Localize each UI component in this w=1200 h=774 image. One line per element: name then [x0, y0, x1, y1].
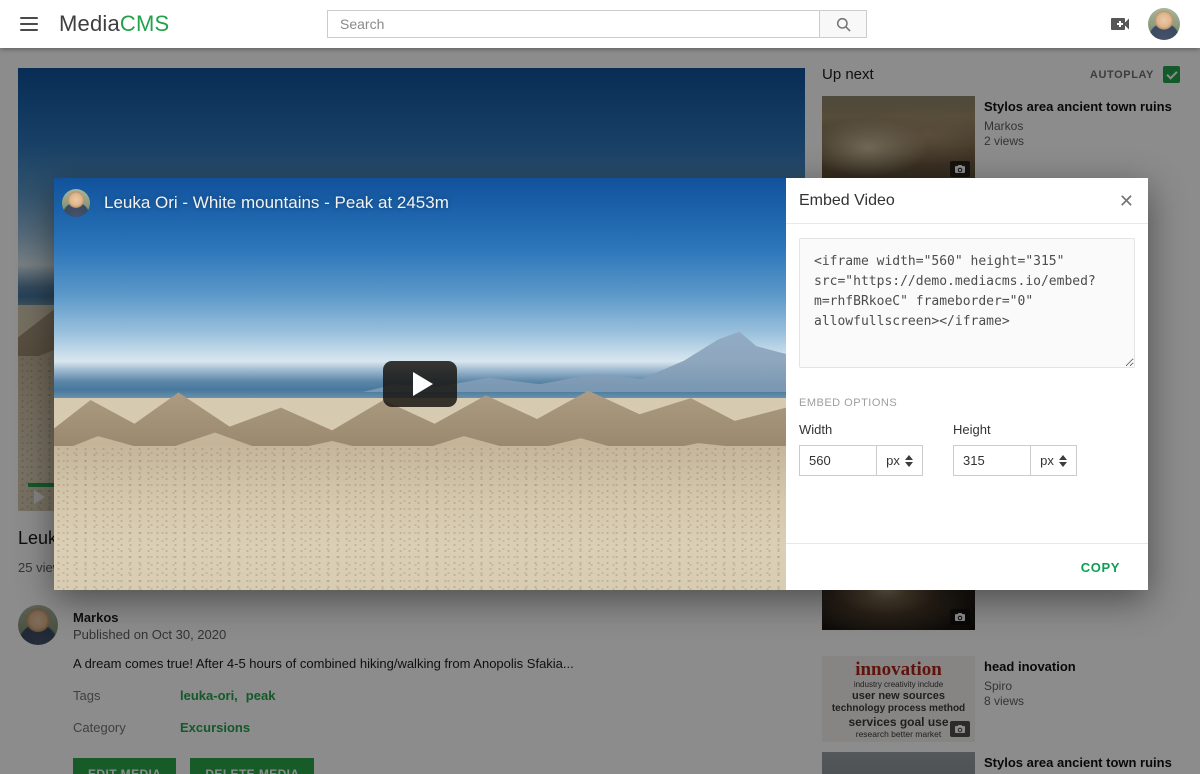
upload-media-icon[interactable] — [1108, 12, 1132, 36]
menu-icon[interactable] — [20, 17, 38, 31]
height-input[interactable] — [953, 445, 1030, 476]
height-unit-select[interactable]: px — [1030, 445, 1077, 476]
preview-author-avatar — [62, 189, 90, 217]
width-input[interactable] — [799, 445, 876, 476]
modal-title: Embed Video — [799, 192, 895, 210]
foreground-scree-layer — [54, 446, 786, 590]
search-icon — [835, 16, 852, 33]
width-field: Width px — [799, 422, 923, 476]
mediacms-page: MediaCMS — [0, 0, 1200, 774]
modal-body: <iframe width="560" height="315" src="ht… — [786, 224, 1148, 476]
embed-options-panel: Embed Video ✕ <iframe width="560" height… — [786, 178, 1148, 590]
embed-size-fields: Width px Height — [799, 422, 1135, 476]
copy-button[interactable]: COPY — [1081, 560, 1120, 575]
height-field: Height px — [953, 422, 1077, 476]
preview-title-overlay: Leuka Ori - White mountains - Peak at 24… — [62, 189, 449, 217]
app-logo[interactable]: MediaCMS — [59, 11, 169, 37]
height-label: Height — [953, 422, 1077, 437]
spinner-arrows-icon — [1059, 455, 1067, 467]
embed-video-modal: Leuka Ori - White mountains - Peak at 24… — [54, 178, 1148, 590]
search-input[interactable] — [327, 10, 819, 38]
user-avatar[interactable] — [1148, 8, 1180, 40]
width-label: Width — [799, 422, 923, 437]
preview-video-title: Leuka Ori - White mountains - Peak at 24… — [104, 193, 449, 213]
modal-header: Embed Video ✕ — [786, 178, 1148, 224]
close-icon[interactable]: ✕ — [1119, 192, 1134, 210]
width-unit-value: px — [886, 453, 900, 468]
modal-footer: COPY — [786, 543, 1148, 590]
embed-preview-player[interactable]: Leuka Ori - White mountains - Peak at 24… — [54, 178, 786, 590]
embed-code-textarea[interactable]: <iframe width="560" height="315" src="ht… — [799, 238, 1135, 368]
top-navbar: MediaCMS — [0, 0, 1200, 48]
logo-media-text: Media — [59, 11, 120, 36]
search-bar — [327, 10, 867, 38]
height-unit-value: px — [1040, 453, 1054, 468]
embed-options-label: EMBED OPTIONS — [799, 397, 1135, 409]
search-button[interactable] — [819, 10, 867, 38]
logo-cms-text: CMS — [120, 11, 170, 36]
play-icon — [413, 372, 433, 396]
spinner-arrows-icon — [905, 455, 913, 467]
preview-play-button[interactable] — [383, 361, 457, 407]
header-actions — [1108, 0, 1180, 48]
width-unit-select[interactable]: px — [876, 445, 923, 476]
